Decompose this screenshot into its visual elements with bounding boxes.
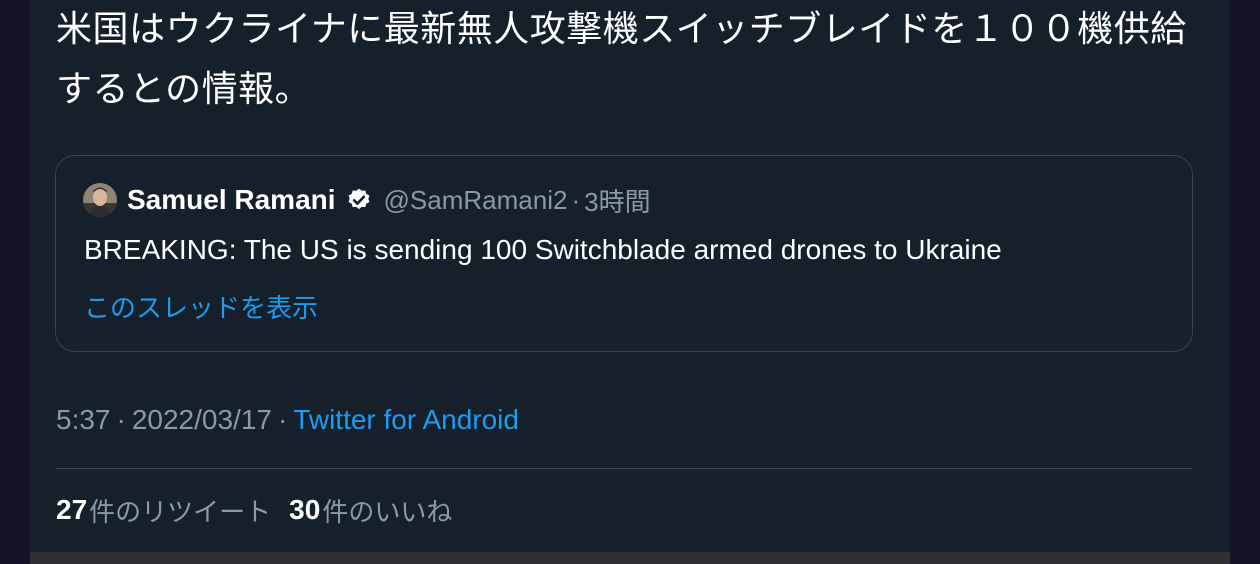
quoted-tweet[interactable]: Samuel Ramani @SamRamani2 · 3時間 BREAKING… <box>55 155 1193 352</box>
tweet-metadata: 5:37 · 2022/03/17 · Twitter for Android <box>56 400 519 440</box>
client-link[interactable]: Twitter for Android <box>293 404 519 436</box>
retweets-stat[interactable]: 27 件のリツイート <box>56 492 271 529</box>
quoted-author-name[interactable]: Samuel Ramani <box>127 184 336 216</box>
like-count: 30 <box>289 494 321 525</box>
verified-badge-icon <box>348 188 369 209</box>
separator-dot: · <box>571 184 581 215</box>
quoted-tweet-text: BREAKING: The US is sending 100 Switchbl… <box>84 234 1002 265</box>
action-bar-edge <box>30 552 1230 564</box>
quoted-handle[interactable]: @SamRamani2 <box>384 185 568 216</box>
show-thread-link[interactable]: このスレッドを表示 <box>84 288 318 325</box>
tweet-detail: 米国はウクライナに最新無人攻撃機スイッチブレイドを１００機供給するとの情報。 S… <box>30 0 1230 552</box>
engagement-stats: 27 件のリツイート 30 件のいいね <box>56 490 470 530</box>
tweet-time: 5:37 <box>56 404 111 435</box>
separator-dot: · <box>277 404 288 435</box>
divider <box>56 468 1192 469</box>
like-label: 件のいいね <box>322 497 453 528</box>
separator-dot: · <box>116 404 126 435</box>
avatar[interactable] <box>83 183 117 217</box>
tweet-date: 2022/03/17 <box>131 404 272 435</box>
tweet-text: 米国はウクライナに最新無人攻撃機スイッチブレイドを１００機供給するとの情報。 <box>56 9 1187 110</box>
quoted-tweet-header: Samuel Ramani @SamRamani2 · 3時間 <box>83 182 651 218</box>
likes-stat[interactable]: 30 件のいいね <box>289 492 452 529</box>
retweet-count: 27 <box>56 494 88 525</box>
retweet-label: 件のリツイート <box>89 497 272 528</box>
quoted-time[interactable]: 3時間 <box>584 182 650 219</box>
